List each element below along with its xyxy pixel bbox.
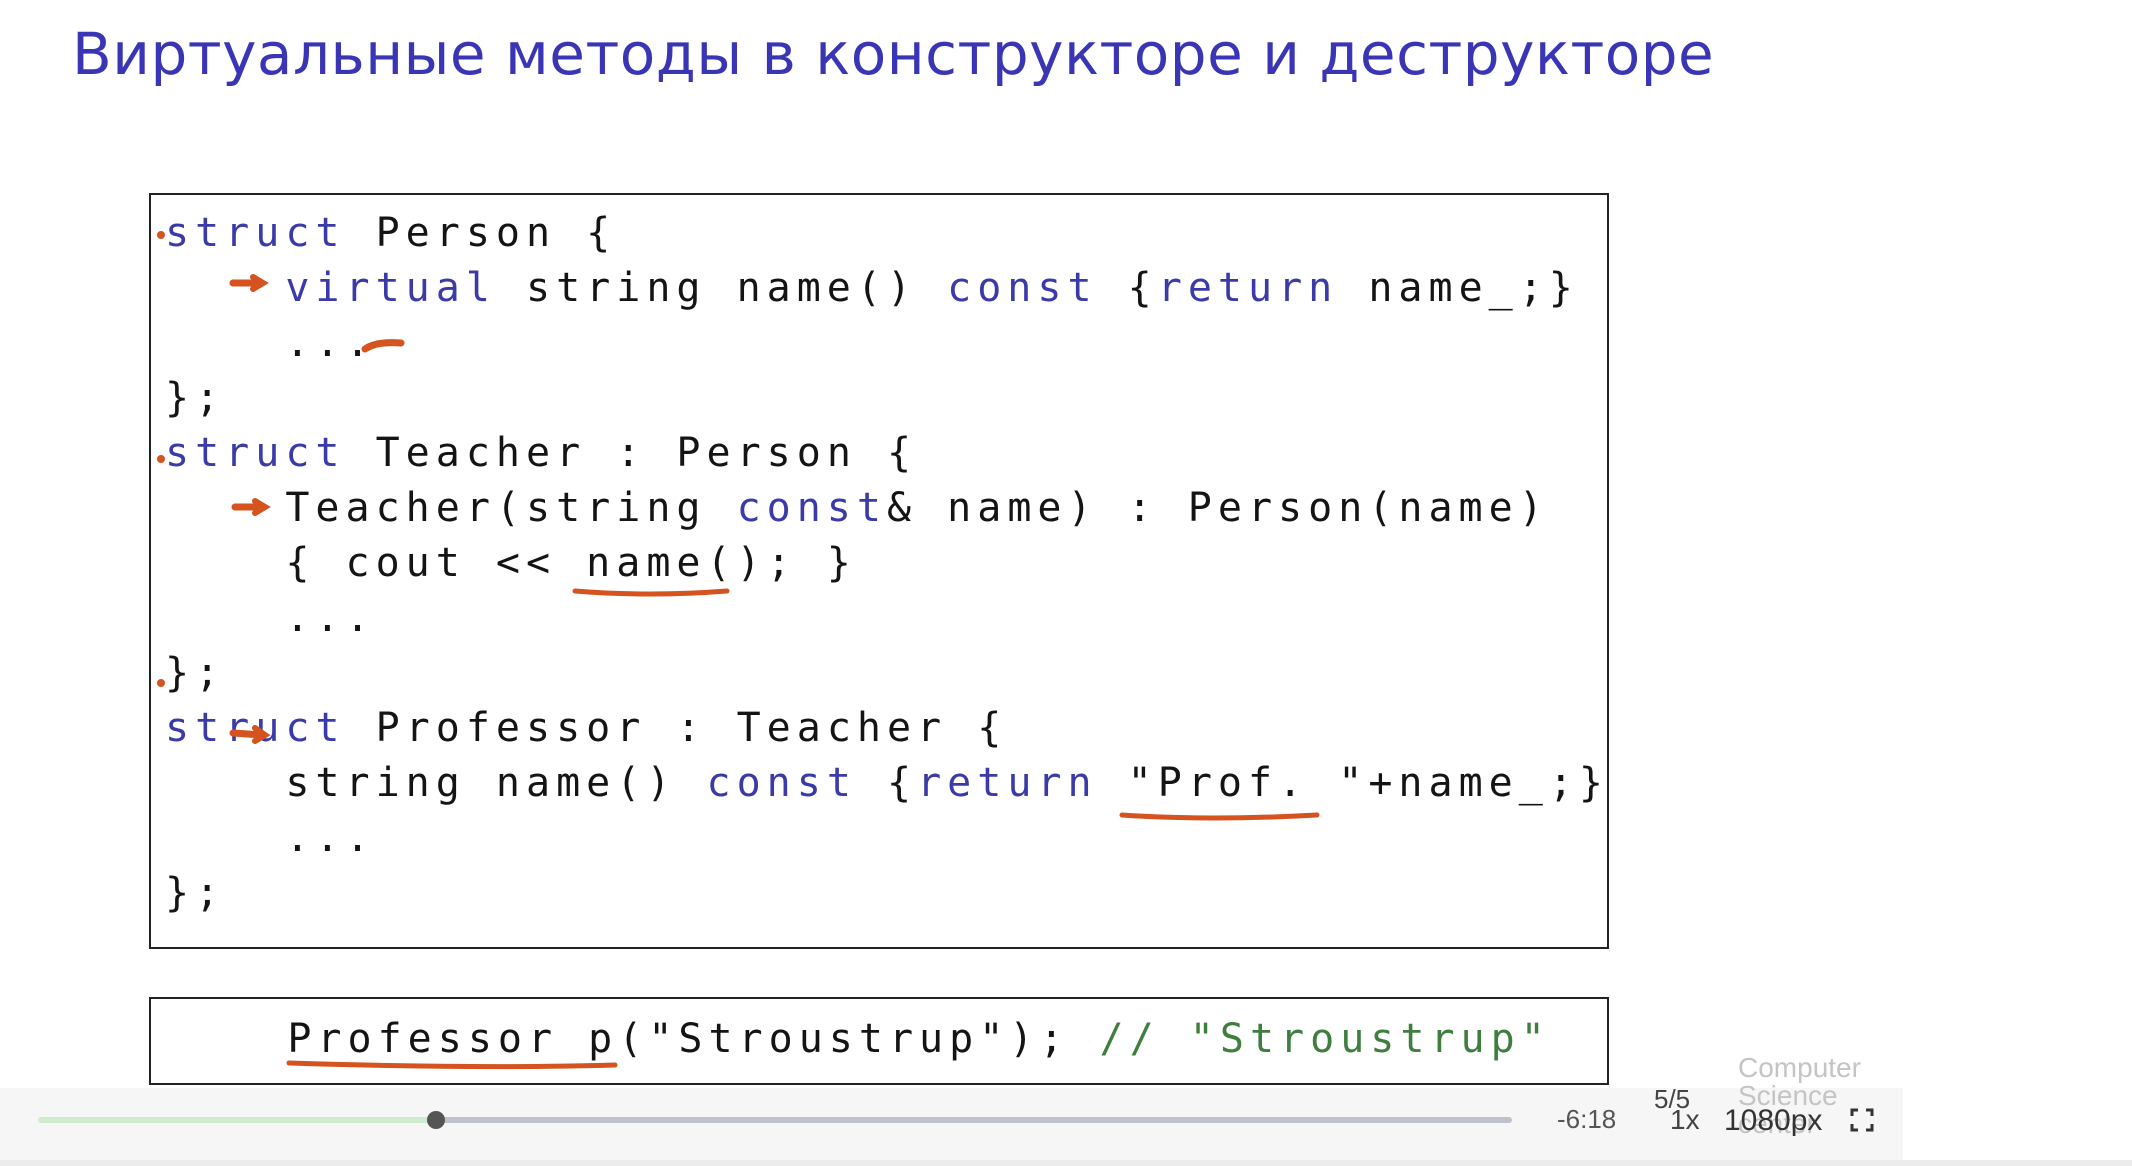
code-block: struct Person { virtual string name() co…: [149, 193, 1609, 949]
progress-played[interactable]: [38, 1117, 436, 1123]
slide: Виртуальные методы в конструкторе и дест…: [0, 0, 2132, 1088]
pen-stroke: [361, 339, 405, 353]
pen-annotations: [157, 231, 1320, 821]
bullet-dot: [157, 679, 165, 687]
progress-track[interactable]: [436, 1117, 1512, 1123]
bottom-strip: [0, 1160, 2132, 1166]
example-block: Professor p("Stroustrup"); // "Stroustru…: [149, 997, 1609, 1085]
pen-annotations: [286, 1060, 618, 1070]
speed-button[interactable]: 1x: [1670, 1104, 1700, 1136]
video-player-bar: [0, 1088, 1903, 1160]
underline-mark: [572, 588, 730, 597]
bullet-dot: [157, 231, 165, 239]
underline-mark: [1119, 812, 1320, 821]
progress-knob[interactable]: [427, 1111, 445, 1129]
quality-button[interactable]: 1080px: [1724, 1104, 1822, 1138]
underline-mark: [286, 1060, 618, 1070]
bullet-dot: [157, 455, 165, 463]
time-remaining: -6:18: [1557, 1104, 1617, 1134]
fullscreen-icon[interactable]: [1850, 1108, 1874, 1132]
slide-title: Виртуальные методы в конструкторе и дест…: [72, 20, 1715, 88]
brand-line: Computer: [1738, 1052, 1861, 1083]
